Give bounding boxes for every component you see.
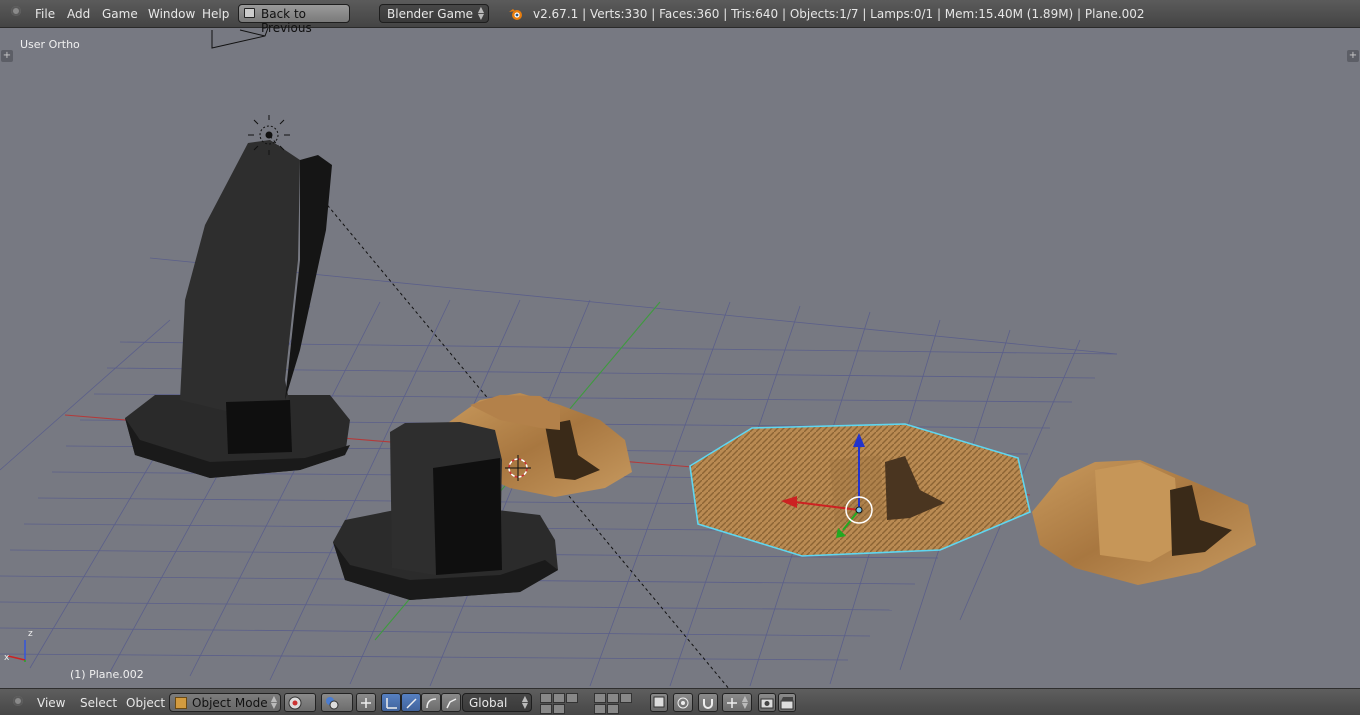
snap-element-select[interactable]: ▲ ▼ (722, 693, 752, 712)
render-opengl-still-button[interactable] (758, 693, 776, 712)
header-collapse-icon[interactable] (13, 696, 23, 706)
layer-buttons-group-2[interactable] (594, 693, 644, 714)
info-header: File Add Game Window Help Back to Previo… (0, 0, 1360, 35)
curve-icon (446, 698, 457, 709)
header-collapse-icon[interactable] (11, 6, 21, 16)
menu-view[interactable]: View (37, 696, 65, 710)
axis-z-label: z (28, 629, 33, 639)
blender-logo-icon (509, 9, 522, 20)
interaction-mode-select[interactable]: Object Mode ▲ ▼ (169, 693, 281, 712)
pivot-icon (326, 697, 339, 710)
rotate-icon (406, 698, 417, 709)
render-opengl-animation-button[interactable] (778, 693, 796, 712)
3d-view-header: View Select Object Object Mode ▲ ▼ Global… (0, 688, 1360, 715)
render-engine-label: Blender Game (387, 7, 474, 21)
scale-icon (426, 698, 437, 709)
snap-toggle-button[interactable] (698, 693, 718, 712)
properties-expand-icon[interactable]: + (1347, 50, 1359, 62)
menu-select[interactable]: Select (80, 696, 117, 710)
snap-increment-icon (727, 698, 737, 708)
axis-gizmo-icon: z x (4, 629, 33, 663)
render-camera-icon (760, 698, 774, 709)
toolshelf-expand-icon[interactable]: + (1, 50, 13, 62)
dark-bent-column-mesh[interactable] (125, 140, 350, 478)
transform-orientation-label: Global (469, 696, 508, 710)
back-to-previous-button[interactable]: Back to Previous (238, 4, 350, 35)
proportional-edit-icon (677, 697, 689, 709)
manipulator-toggle-icon (361, 698, 371, 708)
wooden-hat-mesh-right[interactable] (1032, 460, 1256, 585)
curve-manipulator-button[interactable] (441, 693, 461, 712)
clapperboard-icon (780, 697, 794, 710)
scale-manipulator-button[interactable] (421, 693, 441, 712)
object-mode-cube-icon (175, 697, 187, 709)
view-name-label: User Ortho (20, 38, 80, 51)
proportional-edit-button[interactable] (673, 693, 693, 712)
chevron-updown-icon: ▲ ▼ (477, 5, 484, 21)
menu-help[interactable]: Help (202, 7, 229, 21)
translate-icon (386, 698, 397, 709)
active-object-label: (1) Plane.002 (70, 668, 144, 681)
interaction-mode-label: Object Mode (192, 696, 268, 710)
lock-layers-button[interactable] (650, 693, 668, 712)
layer-buttons-group-1[interactable] (540, 693, 590, 714)
screen-back-icon (244, 8, 255, 18)
menu-window[interactable]: Window (148, 7, 195, 21)
rotate-manipulator-button[interactable] (401, 693, 421, 712)
layers-icon (653, 696, 665, 708)
axis-x-label: x (4, 653, 10, 663)
chevron-updown-icon: ▲ ▼ (270, 694, 277, 710)
transform-orientation-select[interactable]: Global ▲ ▼ (462, 693, 532, 712)
camera-icon[interactable] (211, 28, 269, 49)
menu-object[interactable]: Object (126, 696, 165, 710)
render-engine-select[interactable]: Blender Game ▲ ▼ (379, 4, 489, 23)
menu-file[interactable]: File (35, 7, 55, 21)
translate-manipulator-button[interactable] (381, 693, 401, 712)
manipulator-toggle-button[interactable] (356, 693, 376, 712)
chevron-updown-icon: ▲ ▼ (521, 694, 528, 710)
viewport-canvas[interactable]: z x (0, 28, 1360, 688)
shading-solid-icon (288, 696, 302, 710)
viewport-shading-button[interactable] (284, 693, 316, 712)
menu-game[interactable]: Game (102, 7, 138, 21)
3d-viewport[interactable]: z x User Ortho (1) Plane.002 + + (0, 28, 1360, 688)
scene-stats: v2.67.1 | Verts:330 | Faces:360 | Tris:6… (533, 7, 1145, 21)
pivot-point-button[interactable] (321, 693, 353, 712)
magnet-icon (703, 699, 713, 709)
menu-add[interactable]: Add (67, 7, 90, 21)
chevron-updown-icon: ▲ ▼ (741, 694, 748, 710)
